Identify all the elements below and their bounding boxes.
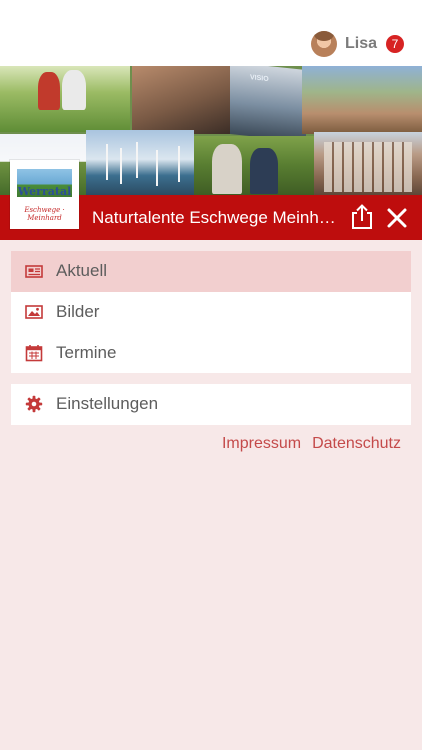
close-icon — [387, 208, 407, 228]
footer-links: Impressum Datenschutz — [222, 435, 401, 453]
photo-binoculars — [132, 66, 230, 134]
datenschutz-link[interactable]: Datenschutz — [312, 435, 401, 453]
werratal-logo: Werratal Eschwege · Meinhard — [10, 160, 79, 229]
gear-icon — [25, 395, 43, 413]
menu-item-termine[interactable]: Termine — [11, 333, 411, 374]
close-button[interactable] — [386, 207, 408, 229]
menu-item-label: Aktuell — [56, 261, 108, 280]
newspaper-icon — [25, 265, 43, 278]
menu-item-bilder[interactable]: Bilder — [11, 292, 411, 333]
top-bar: Lisa 7 — [0, 0, 422, 66]
share-icon — [352, 204, 372, 229]
user-avatar[interactable] — [310, 31, 337, 57]
photo-cyclists — [0, 66, 130, 132]
user-profile[interactable]: Lisa 7 — [310, 30, 404, 58]
logo-wordmark: Werratal — [17, 185, 72, 198]
impressum-link[interactable]: Impressum — [222, 435, 301, 453]
navigation-menu: Aktuell Bilder Termine — [11, 251, 411, 373]
page-title: Naturtalente Eschwege Meinhard — [92, 208, 342, 227]
logo-subtitle: Eschwege · Meinhard — [24, 206, 65, 222]
menu-item-label: Bilder — [56, 302, 100, 321]
photo-marina — [86, 130, 194, 195]
photo-sign-text: VISIO — [250, 74, 269, 84]
menu-item-einstellungen[interactable]: Einstellungen — [11, 384, 411, 425]
image-icon — [25, 305, 43, 319]
photo-hikers — [194, 136, 314, 195]
user-name[interactable]: Lisa — [345, 35, 377, 53]
calendar-icon — [25, 345, 43, 362]
photo-old-town — [314, 132, 422, 195]
menu-item-label: Einstellungen — [56, 394, 159, 413]
share-button[interactable] — [350, 204, 374, 230]
menu-item-label: Termine — [56, 343, 117, 362]
settings-menu: Einstellungen — [11, 384, 411, 425]
menu-item-aktuell[interactable]: Aktuell — [11, 251, 411, 292]
photo-town-aerial — [302, 66, 422, 134]
notification-badge[interactable]: 7 — [386, 35, 404, 53]
photo-viewpoint: VISIO — [230, 66, 306, 142]
